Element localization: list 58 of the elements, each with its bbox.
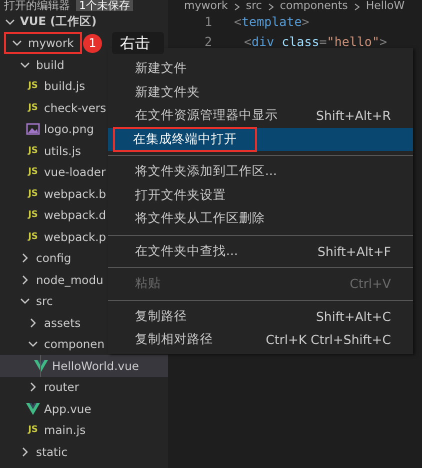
menu-item[interactable]: 将文件夹从工作区删除 xyxy=(108,207,413,230)
folder-item[interactable]: config xyxy=(0,248,74,269)
js-file-icon: JS xyxy=(28,232,38,242)
js-file-icon: JS xyxy=(28,102,38,113)
file-item[interactable]: logo.png xyxy=(0,118,96,140)
code-line: <div class="hello"> xyxy=(243,34,388,48)
file-item[interactable]: App.vue xyxy=(0,398,94,420)
workspace-title[interactable]: VUE (工作区) xyxy=(20,14,97,30)
file-item[interactable]: JS webpack.d xyxy=(0,204,108,226)
folder-item[interactable]: src xyxy=(0,290,55,312)
breadcrumb-item[interactable]: src xyxy=(246,0,262,11)
line-number: 1 xyxy=(203,14,213,28)
file-item[interactable]: JS utils.js xyxy=(0,140,84,162)
file-item[interactable]: JS vue-loader xyxy=(0,162,108,183)
menu-item[interactable]: 复制相对路径 Ctrl+K Ctrl+Shift+C xyxy=(108,328,413,352)
menu-item[interactable]: 新建文件 xyxy=(108,57,413,80)
breadcrumb-separator-icon xyxy=(352,3,361,11)
menu-item[interactable]: 在文件夹中查找... Shift+Alt+F xyxy=(108,240,413,263)
js-file-icon: JS xyxy=(28,146,38,156)
folder-item[interactable]: router xyxy=(0,376,82,398)
file-item[interactable]: JS check-vers xyxy=(0,97,108,118)
breadcrumb-separator-icon xyxy=(232,3,241,11)
js-file-icon: JS xyxy=(28,81,38,92)
js-file-icon: JS xyxy=(28,167,38,178)
folder-item[interactable]: build xyxy=(0,54,66,76)
highlight-frame: mywork xyxy=(6,34,80,52)
hint-label: 右击 xyxy=(112,32,164,54)
menu-item[interactable]: 在集成终端中打开 xyxy=(108,128,413,151)
file-item[interactable]: JS main.js xyxy=(0,420,88,441)
folder-item[interactable]: componen xyxy=(0,334,107,355)
file-item[interactable]: JS build.js xyxy=(0,76,88,97)
folder-item[interactable]: assets xyxy=(0,312,83,334)
file-item[interactable]: JS webpack.b xyxy=(0,183,108,204)
folder-item[interactable]: node_modu xyxy=(0,269,106,290)
vue-file-icon xyxy=(26,402,40,415)
js-file-icon: JS xyxy=(28,210,38,220)
unsaved-badge: 1个未保存 xyxy=(76,0,133,11)
file-item[interactable]: JS webpack.p xyxy=(0,226,108,248)
breadcrumb-item[interactable]: HelloW xyxy=(366,0,405,11)
folder-item[interactable]: mywork xyxy=(0,32,82,54)
file-item[interactable]: HelloWorld.vue xyxy=(0,355,168,376)
menu-item[interactable]: 打开文件夹设置 xyxy=(108,184,413,207)
menu-item[interactable]: 复制路径 Shift+Alt+C xyxy=(108,304,413,328)
js-file-icon: JS xyxy=(28,425,38,436)
line-number: 2 xyxy=(203,34,213,48)
breadcrumb-item[interactable]: components xyxy=(280,0,348,11)
js-file-icon: JS xyxy=(28,188,38,199)
highlight-frame: 在集成终端中打开 xyxy=(113,126,257,152)
code-line: <template> xyxy=(234,14,310,28)
breadcrumb-item[interactable]: mywork xyxy=(184,0,228,11)
menu-item[interactable]: 新建文件夹 xyxy=(108,80,413,104)
section-title: 打开的编辑器 xyxy=(4,0,70,11)
image-file-icon xyxy=(26,123,40,136)
breadcrumb-separator-icon xyxy=(266,3,275,11)
vue-file-icon xyxy=(34,360,48,372)
menu-item[interactable]: 在文件资源管理器中显示 Shift+Alt+R xyxy=(108,104,413,128)
folder-item[interactable]: static xyxy=(0,441,70,462)
menu-item[interactable]: 将文件夹添加到工作区... xyxy=(108,160,413,184)
